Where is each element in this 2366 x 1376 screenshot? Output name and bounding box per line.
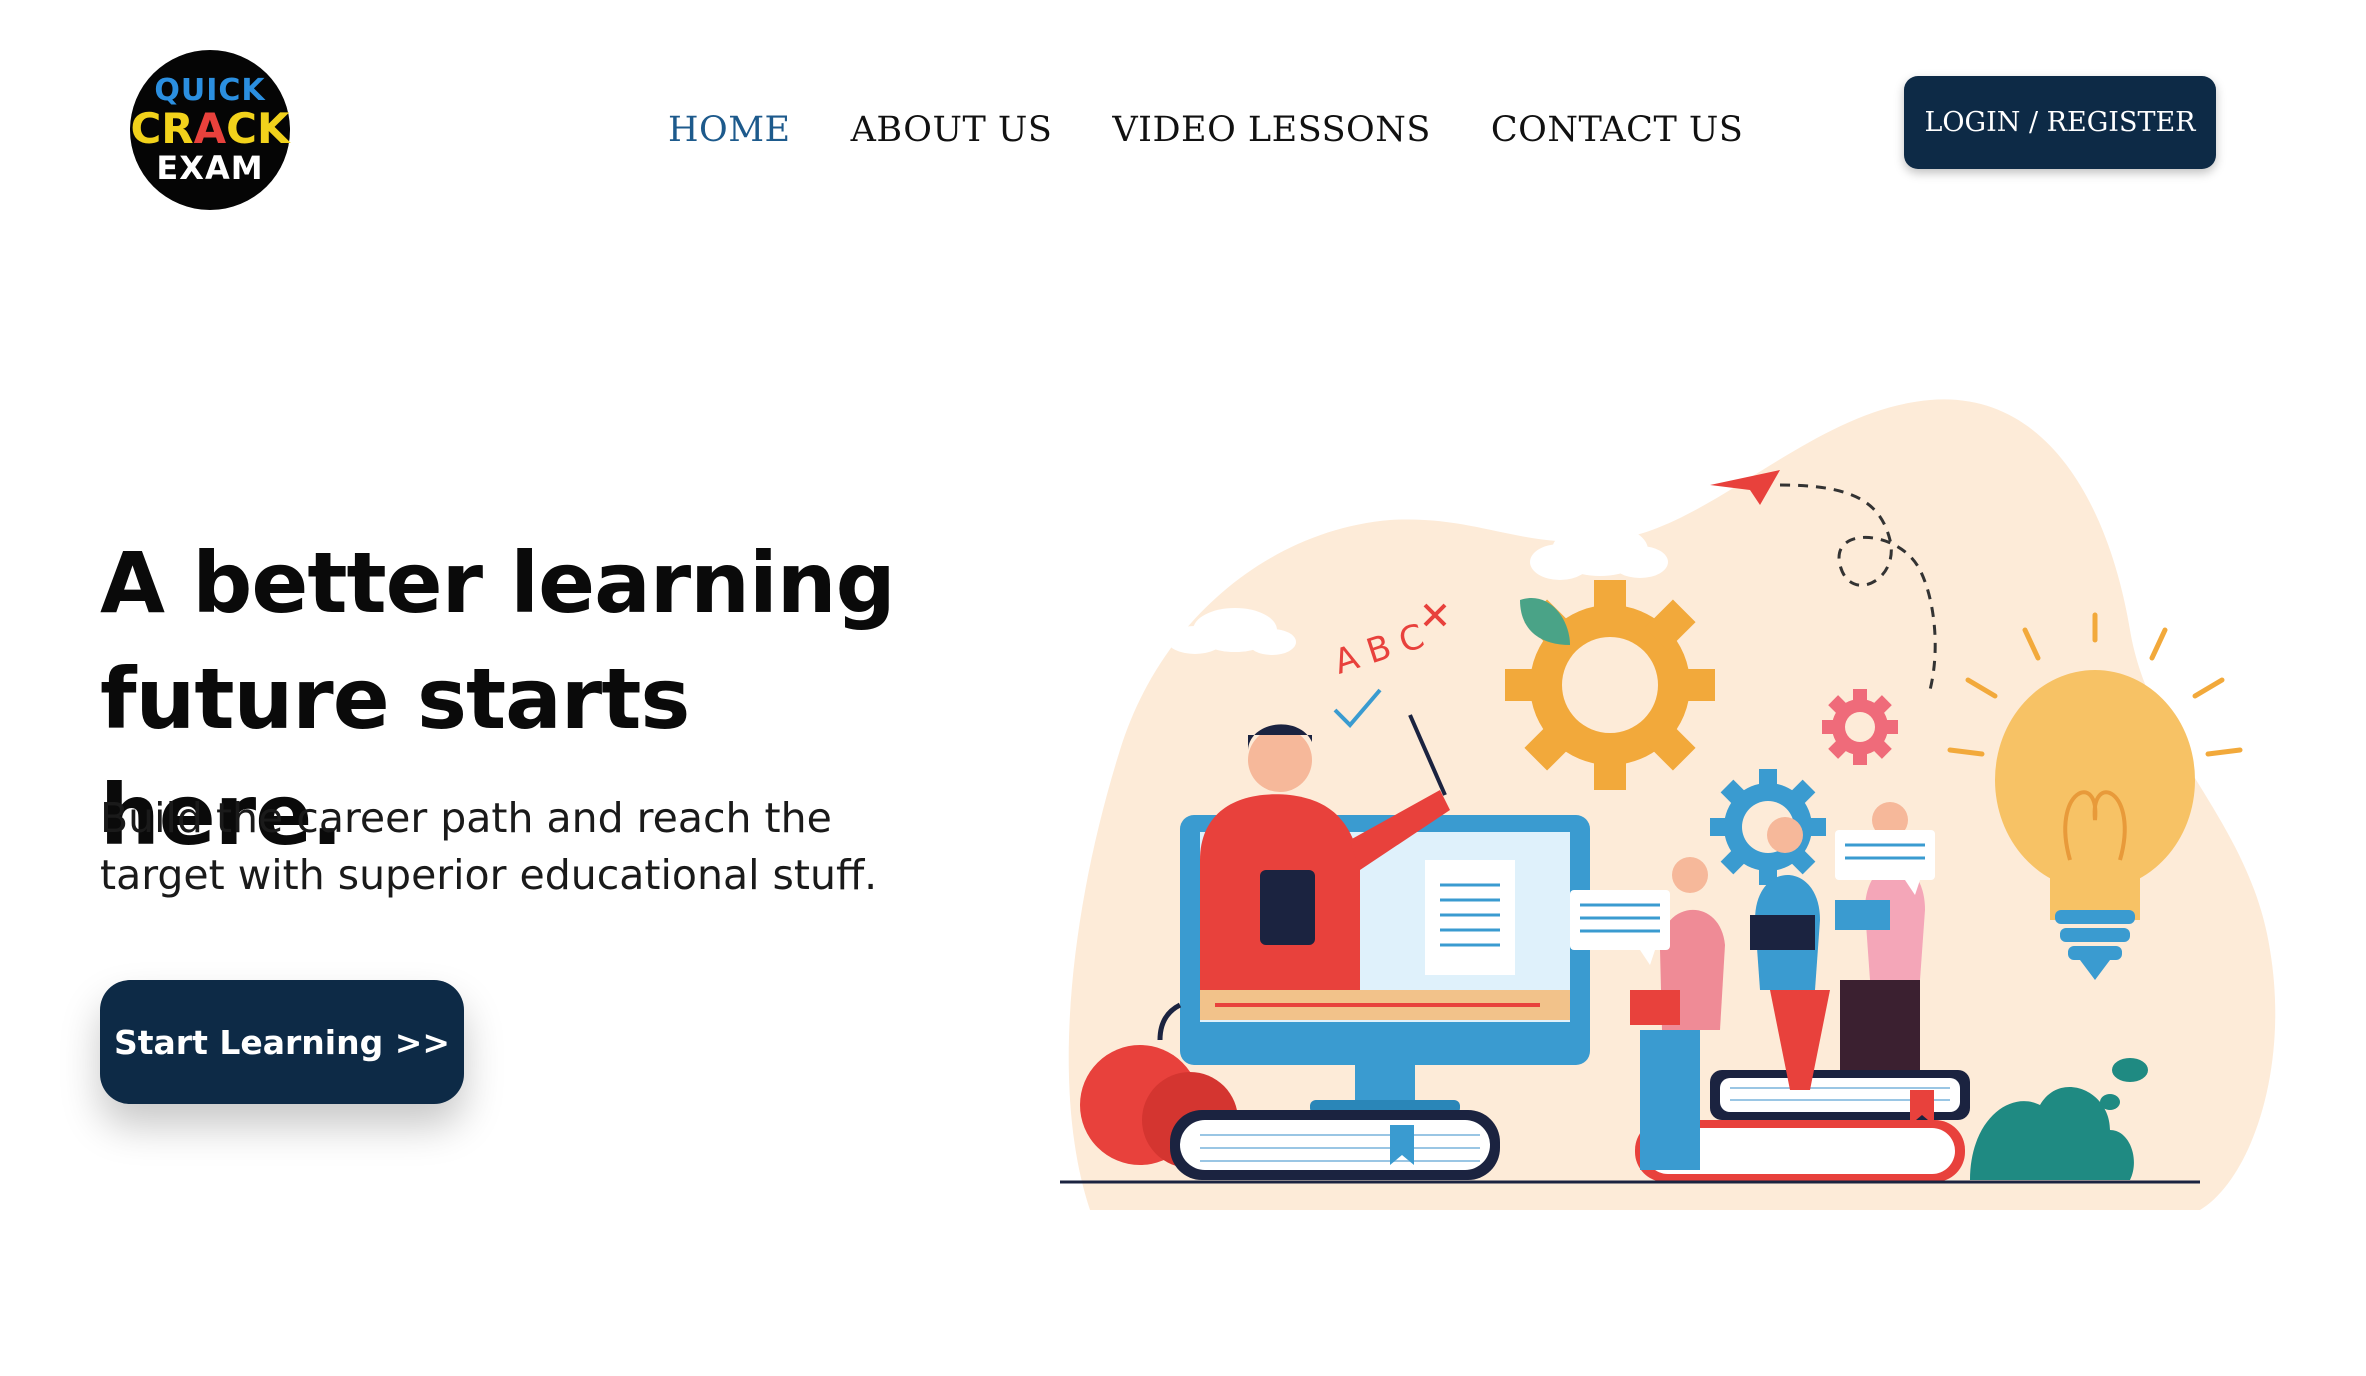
hero-illustration: A B C (1050, 390, 2290, 1220)
hero-title-line-1: A better learning (100, 534, 896, 632)
nav-about-us[interactable]: ABOUT US (851, 110, 1053, 150)
logo-word-exam: EXAM (156, 149, 264, 187)
site-logo[interactable]: QUICK CRACK EXAM (130, 50, 290, 210)
books-stack-icon (1170, 1110, 1500, 1180)
nav-contact-us[interactable]: CONTACT US (1491, 110, 1744, 150)
nav-home[interactable]: HOME (668, 110, 791, 150)
nav-video-lessons[interactable]: VIDEO LESSONS (1112, 110, 1430, 150)
education-illustration: A B C (1060, 399, 2276, 1210)
main-nav: HOME ABOUT US VIDEO LESSONS CONTACT US (668, 110, 1743, 150)
start-learning-button[interactable]: Start Learning >> (100, 980, 464, 1104)
hero-subtitle-line-1: Build the career path and reach the (100, 794, 832, 842)
hero-subtitle: Build the career path and reach the targ… (100, 790, 920, 904)
login-register-button[interactable]: LOGIN / REGISTER (1904, 76, 2216, 169)
logo-word-quick: QUICK (154, 73, 266, 108)
gear-blue-icon (1710, 769, 1826, 885)
logo-word-crack: CRACK (130, 104, 290, 153)
gear-pink-icon (1822, 689, 1898, 765)
hero-subtitle-line-2: target with superior educational stuff. (100, 851, 878, 899)
